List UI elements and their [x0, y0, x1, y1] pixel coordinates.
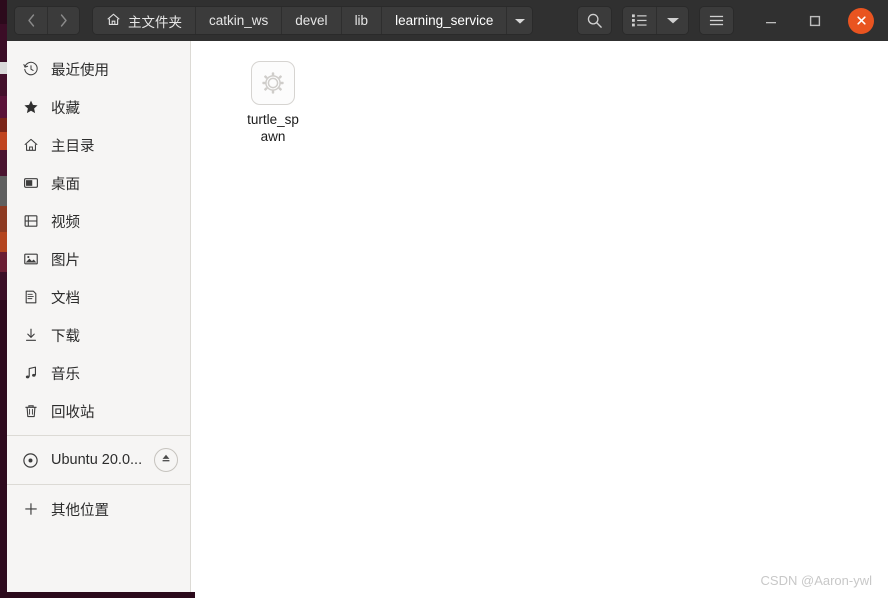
plus-icon — [22, 501, 39, 518]
sidebar-item-label: 视频 — [51, 214, 80, 231]
ubuntu-dock-bottom-strip — [0, 592, 195, 598]
breadcrumb-item-devel[interactable]: devel — [281, 7, 341, 34]
titlebar: 主文件夹 catkin_ws devel lib learning_servic… — [0, 0, 888, 41]
breadcrumb-item-lib[interactable]: lib — [340, 7, 382, 34]
close-button[interactable] — [848, 7, 874, 34]
breadcrumb-item-catkin-ws[interactable]: catkin_ws — [195, 7, 282, 34]
view-mode-group — [622, 6, 689, 35]
sidebar-item-label: 下载 — [51, 328, 80, 345]
view-dropdown-button[interactable] — [656, 7, 688, 34]
sidebar-item-desktop[interactable]: 桌面 — [7, 164, 190, 202]
hamburger-menu-button[interactable] — [700, 7, 733, 34]
eject-button[interactable] — [154, 448, 178, 472]
home-icon — [106, 12, 121, 30]
breadcrumb-dropdown-button[interactable] — [506, 7, 533, 34]
sidebar-item-other-locations[interactable]: 其他位置 — [7, 490, 190, 528]
sidebar-item-label: 桌面 — [51, 176, 80, 193]
download-icon — [22, 327, 39, 344]
sidebar-item-label: 其他位置 — [51, 502, 109, 519]
desktop-icon — [22, 175, 39, 192]
sidebar-item-recent[interactable]: 最近使用 — [7, 50, 190, 88]
disc-icon — [22, 452, 39, 469]
sidebar-item-downloads[interactable]: 下载 — [7, 316, 190, 354]
sidebar-item-pictures[interactable]: 图片 — [7, 240, 190, 278]
file-name-line-1: turtle_ — [247, 112, 285, 127]
chevron-down-icon — [514, 12, 526, 30]
list-view-icon — [631, 13, 648, 28]
sidebar-divider-2 — [7, 484, 190, 485]
sidebar-item-home[interactable]: 主目录 — [7, 126, 190, 164]
search-icon — [586, 12, 603, 29]
chevron-down-icon — [666, 16, 680, 25]
list-view-button[interactable] — [623, 7, 656, 34]
sidebar-item-music[interactable]: 音乐 — [7, 354, 190, 392]
search-group — [577, 6, 612, 35]
star-icon — [22, 99, 39, 116]
sidebar-item-label: 主目录 — [51, 138, 95, 155]
file-list-view[interactable]: turtle_spawn — [192, 41, 888, 598]
trash-icon — [22, 403, 39, 420]
sidebar-item-label: 图片 — [51, 252, 80, 269]
toolbar-right — [577, 6, 888, 35]
sidebar-item-label: 最近使用 — [51, 62, 109, 79]
breadcrumb-item-learning-service[interactable]: learning_service — [381, 7, 507, 34]
breadcrumb-label: devel — [295, 13, 328, 28]
sidebar-item-ubuntu-volume[interactable]: Ubuntu 20.0... — [7, 441, 190, 479]
navigation-buttons — [14, 6, 80, 35]
music-icon — [22, 365, 39, 382]
home-icon — [22, 137, 39, 154]
sidebar-item-trash[interactable]: 回收站 — [7, 392, 190, 430]
file-name-label: turtle_spawn — [244, 111, 302, 145]
maximize-button[interactable] — [804, 10, 826, 32]
file-grid: turtle_spawn — [192, 41, 888, 151]
back-button[interactable] — [15, 7, 47, 34]
document-icon — [22, 289, 39, 306]
eject-icon — [160, 452, 172, 468]
sidebar-item-label: 音乐 — [51, 366, 80, 383]
breadcrumb: 主文件夹 catkin_ws devel lib learning_servic… — [92, 6, 534, 35]
file-manager-window: 主文件夹 catkin_ws devel lib learning_servic… — [0, 0, 888, 598]
sidebar-item-label: 收藏 — [51, 100, 80, 117]
video-icon — [22, 213, 39, 230]
sidebar-item-videos[interactable]: 视频 — [7, 202, 190, 240]
sidebar-item-documents[interactable]: 文档 — [7, 278, 190, 316]
search-button[interactable] — [578, 7, 611, 34]
ubuntu-dock-strip — [0, 0, 7, 598]
breadcrumb-label: catkin_ws — [209, 13, 269, 28]
sidebar-divider-1 — [7, 435, 190, 436]
breadcrumb-label: 主文件夹 — [128, 14, 182, 30]
window-controls — [760, 7, 874, 34]
file-item-turtle-spawn[interactable]: turtle_spawn — [230, 55, 316, 151]
breadcrumb-label: learning_service — [395, 13, 494, 28]
hamburger-menu-icon — [708, 13, 725, 28]
sidebar-item-label: 回收站 — [51, 404, 95, 421]
breadcrumb-item-home[interactable]: 主文件夹 — [93, 7, 195, 34]
watermark-text: CSDN @Aaron-ywl — [760, 573, 872, 588]
breadcrumb-label: lib — [354, 13, 369, 28]
sidebar: 最近使用 收藏 主目录 桌面 视频 图片 文档 下载 音乐 回收站 Ubuntu… — [7, 41, 191, 598]
forward-button[interactable] — [47, 7, 79, 34]
sidebar-item-label: Ubuntu 20.0... — [51, 452, 143, 468]
sidebar-item-label: 文档 — [51, 290, 80, 307]
image-icon — [22, 251, 39, 268]
sidebar-item-starred[interactable]: 收藏 — [7, 88, 190, 126]
gear-executable-icon — [251, 61, 295, 105]
clock-icon — [22, 61, 39, 78]
menu-group — [699, 6, 734, 35]
minimize-button[interactable] — [760, 10, 782, 32]
